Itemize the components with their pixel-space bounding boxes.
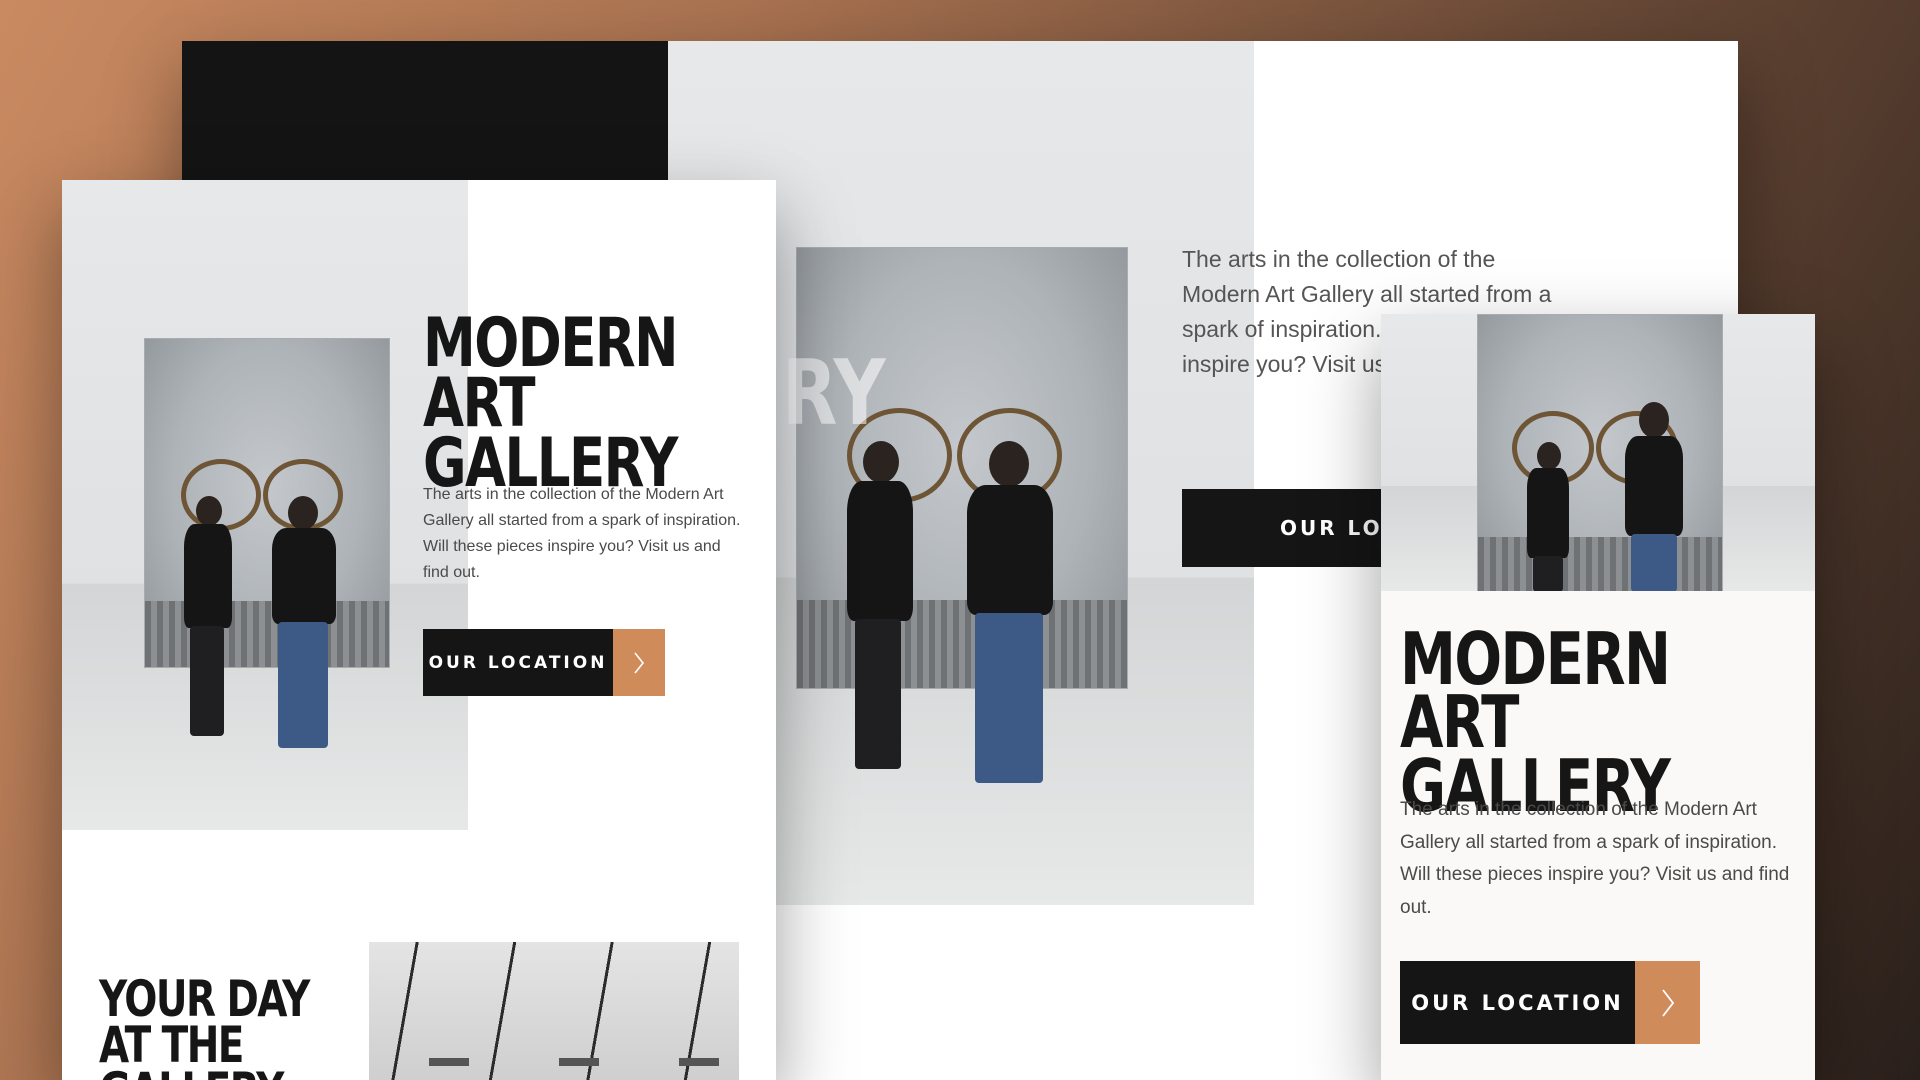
chevron-right-icon bbox=[613, 629, 665, 696]
desktop-dark-block bbox=[182, 41, 668, 181]
visitor-man bbox=[1617, 402, 1689, 591]
tablet-hero-image bbox=[62, 180, 468, 830]
tablet-section-line-3: GALLERY bbox=[99, 1066, 309, 1080]
tablet-hero-title: MODERN ART GALLERY bbox=[423, 310, 698, 503]
mobile-cta-label: OUR LOCATION bbox=[1400, 961, 1635, 1044]
mobile-our-location-button[interactable]: OUR LOCATION bbox=[1400, 961, 1700, 1044]
desktop-heading-fragment: RY bbox=[782, 341, 886, 446]
tablet-our-location-button[interactable]: OUR LOCATION bbox=[423, 629, 665, 696]
tablet-title-line-2: ART GALLERY bbox=[423, 363, 678, 503]
mobile-hero-title: MODERN ART GALLERY bbox=[1400, 623, 1724, 822]
gallery-interior-image bbox=[369, 942, 739, 1080]
visitor-woman bbox=[833, 441, 923, 781]
mobile-hero-paragraph: The arts in the collection of the Modern… bbox=[1400, 799, 1790, 918]
tablet-section-title: YOUR DAY AT THE GALLERY bbox=[99, 974, 310, 1080]
chevron-right-icon bbox=[1635, 961, 1700, 1044]
tablet-preview: MODERN ART GALLERY The arts in the colle… bbox=[62, 180, 776, 1080]
tablet-hero-paragraph: The arts in the collection of the Modern… bbox=[423, 486, 741, 581]
mobile-preview: MODERN ART GALLERY The arts in the colle… bbox=[1381, 314, 1815, 1080]
mobile-hero-image bbox=[1381, 314, 1815, 591]
visitor-woman bbox=[174, 496, 240, 746]
visitor-woman bbox=[1519, 442, 1575, 591]
visitor-man bbox=[953, 441, 1063, 801]
visitor-man bbox=[262, 496, 344, 762]
tablet-cta-label: OUR LOCATION bbox=[423, 629, 613, 696]
